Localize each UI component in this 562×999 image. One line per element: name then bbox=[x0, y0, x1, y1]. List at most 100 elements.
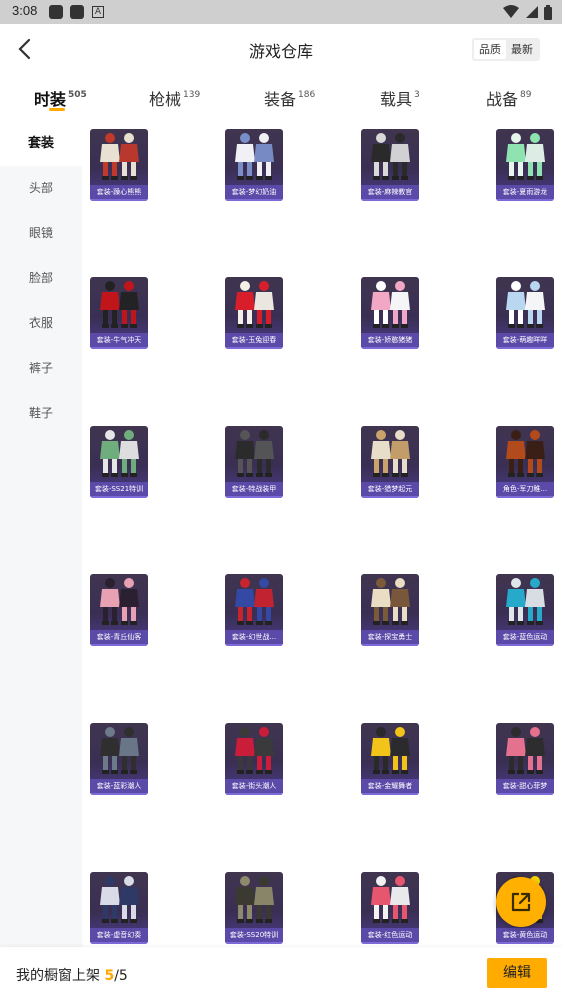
outfit-card[interactable]: 套装-娇憨猪猪 bbox=[361, 277, 419, 349]
outfit-card[interactable]: 套装-虚音幻奏 bbox=[90, 872, 148, 944]
rarity-bar bbox=[90, 793, 148, 795]
rarity-bar bbox=[225, 793, 283, 795]
outfit-thumbnail bbox=[371, 876, 410, 923]
tab-equipment[interactable]: 装备 186 bbox=[264, 86, 315, 110]
sidebar-item-face[interactable]: 脸部 bbox=[0, 256, 82, 301]
outfit-card[interactable]: 角色-军刀稚... bbox=[496, 426, 554, 498]
tab-fashion[interactable]: 时装 505 bbox=[34, 86, 87, 110]
outfit-card[interactable]: 套装-玉兔迎春 bbox=[225, 277, 283, 349]
outfit-name: 套装-蓝彩潮人 bbox=[90, 779, 148, 793]
status-bar: 3:08 A bbox=[0, 0, 562, 24]
rarity-bar bbox=[90, 496, 148, 498]
outfit-name: 套装-麻辣教官 bbox=[361, 185, 419, 199]
outfit-name: 套装-街头潮人 bbox=[225, 779, 283, 793]
outfit-card[interactable]: 套装-牛气冲天 bbox=[90, 277, 148, 349]
rarity-bar bbox=[361, 793, 419, 795]
outfit-name: 套装-虚音幻奏 bbox=[90, 928, 148, 942]
outfit-thumbnail bbox=[371, 133, 410, 180]
sidebar-item-pants[interactable]: 裤子 bbox=[0, 346, 82, 391]
outfit-name: 套装-探宝勇士 bbox=[361, 630, 419, 644]
sidebar-item-shoes[interactable]: 鞋子 bbox=[0, 391, 82, 436]
outfit-card[interactable]: 套装-夏雨游龙 bbox=[496, 129, 554, 201]
notification-square-icon bbox=[49, 5, 63, 19]
outfit-card[interactable]: 套装-萌趣咩咩 bbox=[496, 277, 554, 349]
rarity-bar bbox=[225, 644, 283, 646]
rarity-bar bbox=[496, 496, 554, 498]
outfit-card[interactable]: 套装-探宝勇士 bbox=[361, 574, 419, 646]
outfit-card[interactable]: 套装-SS21特训 bbox=[90, 426, 148, 498]
outfit-name: 套装-夏雨游龙 bbox=[496, 185, 554, 199]
outfit-card[interactable]: 套装-金耀舞者 bbox=[361, 723, 419, 795]
outfit-card[interactable]: 套装-青丘仙客 bbox=[90, 574, 148, 646]
rarity-bar bbox=[361, 347, 419, 349]
outfit-card[interactable]: 套装-猎梦起元 bbox=[361, 426, 419, 498]
tab-battle-prep[interactable]: 战备 89 bbox=[486, 86, 531, 110]
showcase-status: 我的橱窗上架 5/5 bbox=[16, 965, 128, 985]
outfit-name: 套装-躁心熊熊 bbox=[90, 185, 148, 199]
share-icon bbox=[511, 892, 531, 912]
app-a-icon: A bbox=[92, 6, 104, 18]
rarity-bar bbox=[496, 942, 554, 944]
tab-count: 186 bbox=[298, 90, 316, 100]
item-grid: 套装-躁心熊熊 套装-梦幻奶油 套装-麻辣教官 套装-夏雨游龙套装-牛气冲天 套装-玉兔… bbox=[82, 121, 562, 947]
battery-icon bbox=[544, 4, 552, 20]
rarity-bar bbox=[361, 942, 419, 944]
outfit-card[interactable]: 套装-梦幻奶油 bbox=[225, 129, 283, 201]
rarity-bar bbox=[225, 942, 283, 944]
outfit-card[interactable]: 套装-幻世战... bbox=[225, 574, 283, 646]
outfit-name: 套装-SS20特训 bbox=[225, 928, 283, 942]
outfit-name: 套装-特战装甲 bbox=[225, 482, 283, 496]
outfit-card[interactable]: 套装-红色运动 bbox=[361, 872, 419, 944]
sidebar-item-clothes[interactable]: 衣服 bbox=[0, 301, 82, 346]
outfit-card[interactable]: 套装-街头潮人 bbox=[225, 723, 283, 795]
outfit-card[interactable]: 套装-蓝彩潮人 bbox=[90, 723, 148, 795]
tab-vehicles[interactable]: 载具 3 bbox=[380, 86, 420, 110]
rarity-bar bbox=[90, 199, 148, 201]
showcase-footer: 我的橱窗上架 5/5 编辑 bbox=[0, 947, 562, 999]
outfit-thumbnail bbox=[506, 578, 545, 625]
rarity-bar bbox=[496, 644, 554, 646]
outfit-thumbnail bbox=[506, 281, 545, 328]
rarity-bar bbox=[496, 347, 554, 349]
outfit-name: 套装-梦幻奶油 bbox=[225, 185, 283, 199]
outfit-thumbnail bbox=[235, 578, 274, 625]
status-icons bbox=[503, 3, 552, 21]
sidebar-item-suits[interactable]: 套装 bbox=[0, 121, 82, 166]
outfit-thumbnail bbox=[371, 727, 410, 774]
tab-count: 3 bbox=[414, 90, 420, 100]
outfit-name: 套装-青丘仙客 bbox=[90, 630, 148, 644]
outfit-name: 套装-猎梦起元 bbox=[361, 482, 419, 496]
sidebar-item-head[interactable]: 头部 bbox=[0, 166, 82, 211]
rarity-bar bbox=[90, 644, 148, 646]
outfit-card[interactable]: 套装-SS20特训 bbox=[225, 872, 283, 944]
edit-button[interactable]: 编辑 bbox=[487, 958, 547, 988]
outfit-thumbnail bbox=[371, 578, 410, 625]
sort-by-newest[interactable]: 最新 bbox=[506, 40, 538, 59]
outfit-card[interactable]: 套装-躁心熊熊 bbox=[90, 129, 148, 201]
status-time: 3:08 bbox=[12, 3, 38, 18]
active-tab-indicator bbox=[49, 108, 65, 111]
outfit-thumbnail bbox=[371, 430, 410, 477]
sidebar-item-glasses[interactable]: 眼镜 bbox=[0, 211, 82, 256]
outfit-thumbnail bbox=[506, 430, 545, 477]
outfit-thumbnail bbox=[100, 876, 139, 923]
tab-count: 139 bbox=[183, 90, 201, 100]
outfit-name: 套装-玉兔迎春 bbox=[225, 333, 283, 347]
outfit-name: 套装-幻世战... bbox=[225, 630, 283, 644]
tab-guns[interactable]: 枪械 139 bbox=[149, 86, 200, 110]
outfit-card[interactable]: 套装-甜心菲梦 bbox=[496, 723, 554, 795]
share-button[interactable] bbox=[496, 877, 546, 927]
outfit-card[interactable]: 套装-特战装甲 bbox=[225, 426, 283, 498]
rarity-bar bbox=[361, 496, 419, 498]
showcase-current: 5 bbox=[104, 968, 115, 984]
tab-label: 战备 bbox=[486, 90, 519, 109]
outfit-thumbnail bbox=[100, 281, 139, 328]
sort-by-quality[interactable]: 品质 bbox=[474, 40, 506, 59]
outfit-thumbnail bbox=[100, 430, 139, 477]
outfit-thumbnail bbox=[100, 578, 139, 625]
outfit-card[interactable]: 套装-蓝色运动 bbox=[496, 574, 554, 646]
outfit-name: 套装-蓝色运动 bbox=[496, 630, 554, 644]
outfit-card[interactable]: 套装-麻辣教官 bbox=[361, 129, 419, 201]
tab-count: 505 bbox=[68, 90, 87, 100]
outfit-name: 套装-SS21特训 bbox=[90, 482, 148, 496]
